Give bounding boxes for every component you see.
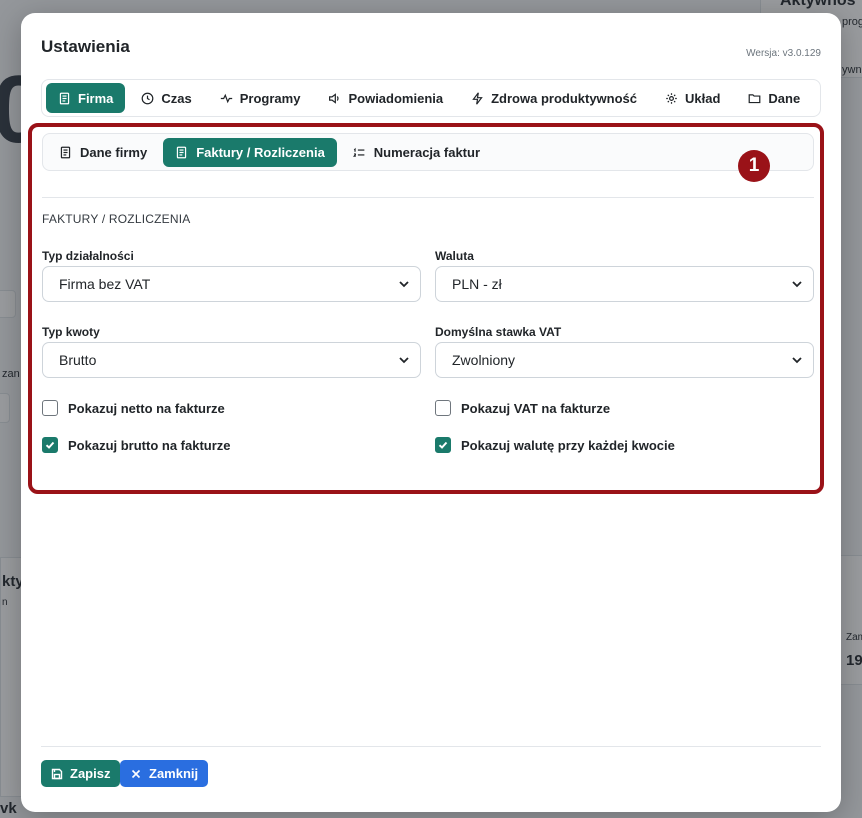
lightning-icon: [472, 91, 483, 105]
checkmark-icon: [438, 441, 448, 449]
typ-dzialalnosci-select[interactable]: Firma bez VAT: [42, 266, 421, 302]
brutto-checkbox-row[interactable]: Pokazuj brutto na fakturze: [42, 437, 231, 453]
checkbox-label: Pokazuj walutę przy każdej kwocie: [461, 437, 675, 453]
floppy-disk-icon: [51, 768, 63, 779]
waluta-checkbox-row[interactable]: Pokazuj walutę przy każdej kwocie: [435, 437, 675, 453]
save-button[interactable]: Zapisz: [41, 760, 121, 787]
typ-dzialalnosci-label: Typ działalności: [42, 249, 134, 263]
activity-icon: [220, 93, 232, 103]
document-icon: [177, 146, 187, 158]
select-value: Firma bez VAT: [59, 276, 151, 292]
list-numbers-icon: [352, 147, 365, 157]
subtab-label: Dane firmy: [80, 144, 148, 160]
chevron-down-icon: [792, 357, 802, 364]
checkbox-label: Pokazuj netto na fakturze: [68, 400, 225, 416]
close-icon: [131, 769, 141, 778]
footer-divider: [41, 746, 821, 747]
chevron-down-icon: [399, 357, 409, 364]
tab-label: Zdrowa produktywność: [491, 90, 638, 106]
tab-programy[interactable]: Programy: [208, 83, 313, 113]
vat-checkbox[interactable]: [435, 400, 451, 416]
netto-checkbox[interactable]: [42, 400, 58, 416]
speaker-icon: [329, 92, 340, 104]
close-label: Zamknij: [149, 766, 199, 781]
tab-uklad[interactable]: Układ: [653, 83, 732, 113]
waluta-checkbox[interactable]: [435, 437, 451, 453]
select-value: Brutto: [59, 352, 97, 368]
tab-label: Dane: [768, 90, 801, 106]
modal-title: Ustawienia: [41, 37, 130, 56]
tab-label: Powiadomienia: [348, 90, 444, 106]
document-icon: [59, 92, 70, 104]
waluta-label: Waluta: [435, 249, 474, 263]
vat-checkbox-row[interactable]: Pokazuj VAT na fakturze: [435, 400, 610, 416]
tab-label: Firma: [78, 90, 114, 106]
stawka-vat-select[interactable]: Zwolniony: [435, 342, 814, 378]
close-button[interactable]: Zamknij: [120, 760, 209, 787]
subtab-dane-firmy[interactable]: Dane firmy: [47, 138, 159, 167]
typ-kwoty-select[interactable]: Brutto: [42, 342, 421, 378]
document-icon: [60, 146, 71, 158]
checkbox-label: Pokazuj VAT na fakturze: [461, 400, 611, 416]
tab-zdrowa-produktywnosc[interactable]: Zdrowa produktywność: [459, 83, 649, 113]
save-label: Zapisz: [70, 766, 111, 781]
tab-firma[interactable]: Firma: [46, 83, 126, 113]
checkbox-label: Pokazuj brutto na fakturze: [68, 437, 231, 453]
section-divider: [42, 197, 814, 198]
stawka-vat-label: Domyślna stawka VAT: [435, 325, 562, 339]
tab-label: Układ: [685, 90, 721, 106]
chevron-down-icon: [399, 281, 409, 288]
folder-icon: [749, 93, 761, 103]
section-title: FAKTURY / ROZLICZENIA: [42, 212, 191, 226]
subtab-label: Numeracja faktur: [373, 144, 481, 160]
highlight-box: Dane firmy Faktury / Rozliczenia Numerac…: [28, 123, 824, 494]
netto-checkbox-row[interactable]: Pokazuj netto na fakturze: [42, 400, 225, 416]
chevron-down-icon: [792, 281, 802, 288]
tab-label: Programy: [239, 90, 301, 106]
subtab-faktury-rozliczenia[interactable]: Faktury / Rozliczenia: [163, 137, 337, 167]
tab-dane[interactable]: Dane: [736, 83, 812, 113]
clock-icon: [142, 92, 154, 104]
subtab-label: Faktury / Rozliczenia: [196, 144, 325, 160]
tab-czas[interactable]: Czas: [129, 83, 203, 113]
checkmark-icon: [45, 441, 55, 449]
main-tabs: Firma Czas Programy Powiadomienia Zdrowa…: [41, 79, 821, 117]
typ-kwoty-label: Typ kwoty: [42, 325, 100, 339]
step-marker-badge: 1: [738, 150, 770, 182]
waluta-select[interactable]: PLN - zł: [435, 266, 814, 302]
tab-powiadomienia[interactable]: Powiadomienia: [316, 83, 455, 113]
select-value: PLN - zł: [452, 276, 502, 292]
tab-label: Czas: [161, 90, 192, 106]
select-value: Zwolniony: [452, 352, 516, 368]
gear-icon: [666, 92, 677, 104]
brutto-checkbox[interactable]: [42, 437, 58, 453]
settings-modal: Ustawienia Wersja: v3.0.129 Firma Czas P…: [21, 13, 841, 812]
subtab-numeracja-faktur[interactable]: Numeracja faktur: [341, 138, 492, 167]
sub-tabs: Dane firmy Faktury / Rozliczenia Numerac…: [42, 133, 814, 171]
version-label: Wersja: v3.0.129: [746, 48, 821, 59]
